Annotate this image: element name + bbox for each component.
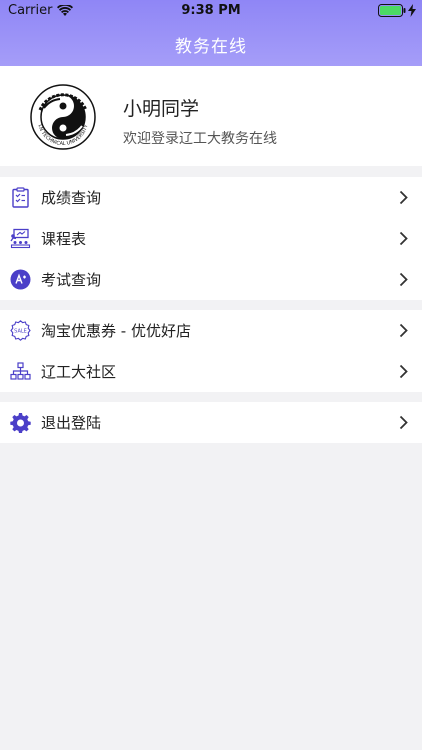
menu-label: 成绩查询 xyxy=(41,189,102,207)
university-logo: LN TECHNICAL UNIVERSITY xyxy=(30,84,96,150)
menu-group-account: 退出登陆 xyxy=(0,402,422,443)
chevron-right-icon xyxy=(399,190,408,205)
menu-group-external: SALE 淘宝优惠券 - 优优好店 辽工大社区 xyxy=(0,310,422,392)
chevron-right-icon xyxy=(399,323,408,338)
exam-circle-icon xyxy=(10,269,31,290)
charging-bolt-icon xyxy=(408,4,416,17)
user-name: 小明同学 xyxy=(123,98,200,120)
header-bar: Carrier 9:38 PM 教务在线 xyxy=(0,0,422,66)
menu-label: 淘宝优惠券 - 优优好店 xyxy=(41,322,191,340)
sale-badge-icon: SALE xyxy=(10,320,31,341)
org-chart-icon xyxy=(10,362,31,380)
page-title: 教务在线 xyxy=(175,37,247,57)
chevron-right-icon xyxy=(399,364,408,379)
menu-item-taobao-coupons[interactable]: SALE 淘宝优惠券 - 优优好店 xyxy=(0,310,422,351)
svg-text:SALE: SALE xyxy=(14,329,27,335)
menu-item-logout[interactable]: 退出登陆 xyxy=(0,402,422,443)
menu-item-community[interactable]: 辽工大社区 xyxy=(0,351,422,392)
menu-label: 退出登陆 xyxy=(41,414,102,432)
gear-icon xyxy=(10,413,31,433)
profile-card[interactable]: LN TECHNICAL UNIVERSITY 小明同学 欢迎登录辽工大教务在线 xyxy=(0,66,422,166)
chevron-right-icon xyxy=(399,231,408,246)
menu-item-exams[interactable]: 考试查询 xyxy=(0,259,422,300)
menu-group-academic: 成绩查询 课程表 考试查询 xyxy=(0,177,422,300)
chevron-right-icon xyxy=(399,415,408,430)
classroom-icon xyxy=(10,228,31,249)
battery-indicator xyxy=(378,4,416,17)
welcome-text: 欢迎登录辽工大教务在线 xyxy=(123,131,277,147)
chevron-right-icon xyxy=(399,272,408,287)
clock: 9:38 PM xyxy=(181,3,241,18)
menu-item-grades[interactable]: 成绩查询 xyxy=(0,177,422,218)
menu-item-schedule[interactable]: 课程表 xyxy=(0,218,422,259)
status-bar: Carrier 9:38 PM xyxy=(0,0,422,22)
menu-label: 课程表 xyxy=(41,230,87,248)
clipboard-checklist-icon xyxy=(12,187,29,208)
menu-label: 辽工大社区 xyxy=(41,363,117,381)
menu-label: 考试查询 xyxy=(41,271,102,289)
battery-icon xyxy=(378,4,406,17)
